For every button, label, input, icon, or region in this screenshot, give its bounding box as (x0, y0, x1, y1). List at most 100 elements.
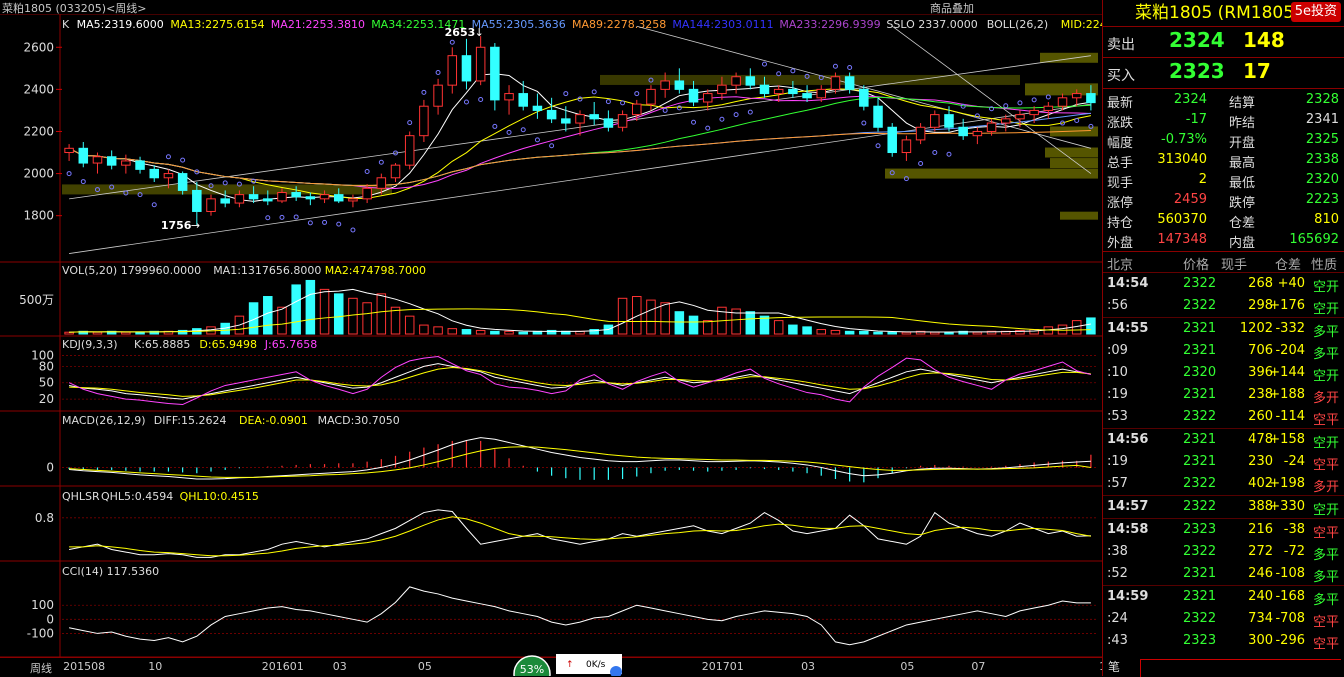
sar-dot (549, 143, 555, 149)
sar-dot (733, 112, 739, 118)
ma-legend-item: MA21:2253.3810 (271, 18, 365, 31)
indicator-line (69, 516, 1091, 557)
candle-body (702, 93, 713, 103)
volume-bar (419, 324, 429, 335)
candle-body (362, 187, 372, 200)
candle-body (277, 192, 287, 202)
price-annotation: 2653 (445, 26, 476, 39)
quote-label: 总手 (1107, 156, 1134, 171)
indicator-legend: J:65.7658 (264, 338, 317, 351)
volume-bar (816, 329, 827, 335)
indicator-line (69, 366, 1091, 397)
volume-bar (646, 299, 656, 335)
tick-time: :24 (1107, 611, 1128, 626)
quote-value: 560370 (1157, 212, 1207, 227)
sar-dot (1003, 103, 1009, 109)
tick-price: 2322 (1183, 544, 1217, 559)
ma-legend-item: MA5:2319.6000 (77, 18, 164, 31)
sar-dot (293, 214, 299, 220)
quote-value: 147348 (1157, 232, 1207, 247)
candle-body (603, 118, 614, 128)
candle-body (447, 55, 458, 86)
y-tick-label: 2200 (23, 124, 54, 138)
ask-row[interactable]: 卖出 2324 148 (1103, 27, 1344, 58)
quote-value: 2320 (1305, 172, 1339, 187)
sar-dot (222, 180, 228, 186)
tick-time: :57 (1107, 476, 1128, 491)
chart-area[interactable]: K MA5:2319.6000 MA13:2275.6154 MA21:2253.38… (0, 14, 1102, 657)
tick-row: 14:58 2323 216 -38 空平 (1103, 518, 1344, 541)
tick-volume: 240 (1248, 589, 1273, 604)
tick-header-type: 性质 (1311, 258, 1338, 273)
indicator-line (68, 586, 1091, 646)
y-tick-label: 0 (46, 612, 54, 626)
candle-body (859, 88, 869, 107)
tick-oi-change: -332 (1275, 321, 1305, 336)
tick-header: 北京 价格 现手 仓差 性质 (1103, 252, 1344, 273)
tick-time: :38 (1107, 544, 1128, 559)
quote-label: 持仓 (1107, 216, 1134, 231)
candle-body (333, 194, 344, 202)
sar-dot (676, 105, 682, 111)
candle-body (1015, 114, 1025, 120)
y-tick-label: 2400 (23, 82, 54, 96)
y-tick-label: 100 (31, 598, 54, 612)
ma-legend-item: MID:2242 (1061, 18, 1102, 31)
tick-type: 空开 (1312, 369, 1339, 384)
y-tick-label: 2600 (23, 40, 54, 54)
x-tick-label: 03 (801, 660, 816, 673)
sar-dot (946, 151, 952, 157)
sar-dot (1074, 118, 1080, 124)
candle-body (972, 130, 983, 137)
tick-row: :19 2321 230 -24 空平 (1103, 451, 1344, 473)
quote-label: 仓差 (1229, 216, 1256, 231)
candle-body (149, 168, 160, 179)
volume-bar (972, 331, 983, 335)
tick-price: 2322 (1183, 298, 1217, 313)
indicator-legend: QHLSR (62, 490, 100, 503)
bid-volume: 17 (1243, 59, 1271, 83)
ask-label: 卖出 (1107, 37, 1135, 53)
ma-legend-item: MA233:2296.9399 (779, 18, 880, 31)
ma-legend-item: MA55:2305.3636 (472, 18, 566, 31)
volume-profile-band (1050, 158, 1098, 169)
sar-dot (662, 107, 668, 113)
candle-body (986, 122, 997, 132)
tick-row: :38 2322 272 -72 多平 (1103, 541, 1344, 563)
tick-time: 14:55 (1107, 321, 1149, 336)
tick-row: :19 2321 238 +188 多开 (1103, 384, 1344, 406)
indicator-legend: K:65.8885 (134, 338, 190, 351)
candle-body (660, 80, 670, 90)
quote-label: 现手 (1107, 176, 1134, 191)
y-tick-label: 0.8 (35, 511, 54, 525)
quote-label: 跌停 (1229, 196, 1256, 211)
volume-bar (518, 331, 528, 335)
sar-dot (180, 157, 186, 163)
volume-bar (348, 297, 358, 335)
ma-legend-item: BOLL(26,2) (987, 18, 1048, 31)
tab-tick[interactable]: 笔 (1108, 658, 1120, 675)
candle-body (759, 84, 770, 95)
tick-list[interactable]: 14:54 2322 268 +40 空开:56 2322 298 +176 空开 14:55 23… (1103, 273, 1344, 652)
tick-time: 14:57 (1107, 499, 1149, 514)
bid-row[interactable]: 买入 2323 17 (1103, 58, 1344, 89)
candle-body (930, 114, 940, 128)
indicator-line (69, 509, 1091, 558)
contract-title: 菜粕1805 (RM1805) 5e投资 (1103, 0, 1344, 27)
tick-type: 多平 (1312, 593, 1339, 608)
candle-body (305, 196, 316, 200)
tick-row: :56 2322 298 +176 空开 (1103, 295, 1344, 317)
tick-volume: 272 (1248, 544, 1273, 559)
volume-bar (333, 293, 344, 335)
tick-header-oi: 仓差 (1275, 258, 1302, 273)
tick-oi-change: -24 (1283, 454, 1305, 469)
sar-dot (421, 89, 427, 95)
quote-value: 810 (1314, 212, 1339, 227)
sar-dot (165, 154, 171, 160)
network-widget[interactable]: 53% ↑ 0K/s (508, 650, 628, 676)
tick-volume: 230 (1248, 454, 1273, 469)
indicator-legend: QHL10:0.4515 (180, 490, 259, 503)
y-tick-label: 0 (46, 460, 54, 474)
arrow-icon: → (191, 219, 200, 232)
tick-oi-change: -296 (1275, 633, 1305, 648)
